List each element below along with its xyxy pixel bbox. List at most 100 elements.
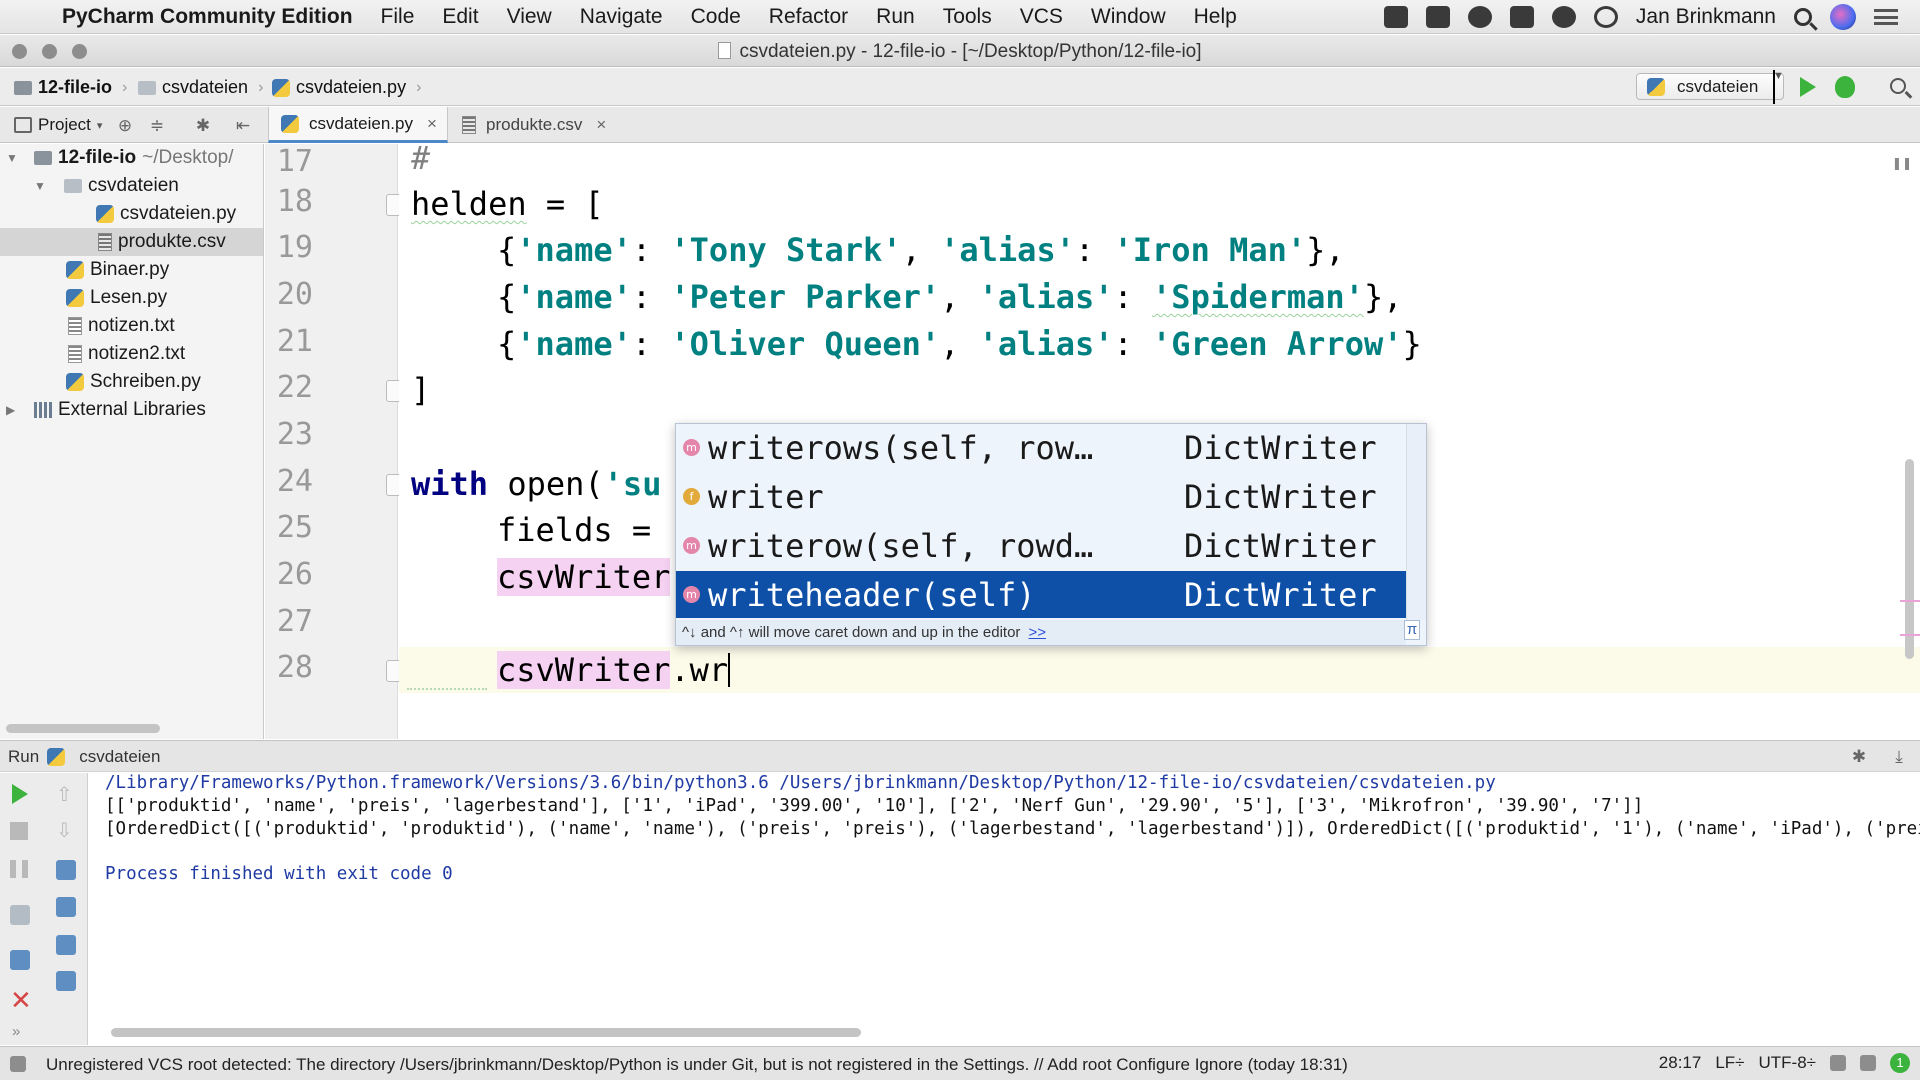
tree-item-schreiben-py[interactable]: Schreiben.py (0, 368, 263, 396)
camera-tray-icon[interactable] (1509, 6, 1534, 28)
folder-icon (138, 80, 156, 95)
menu-file[interactable]: File (367, 5, 429, 29)
file-icon (718, 42, 732, 59)
python-file-icon (66, 373, 84, 391)
stop-button[interactable] (10, 822, 28, 840)
text-file-icon (68, 317, 82, 335)
soft-wrap-icon[interactable] (56, 860, 76, 880)
search-everywhere-icon[interactable] (1890, 78, 1906, 94)
clapper-tray-icon[interactable] (1425, 6, 1450, 28)
gear-icon[interactable]: ✱ (194, 117, 212, 135)
collapse-all-icon[interactable]: ≑ (148, 117, 166, 135)
moon-tray-icon[interactable] (1467, 6, 1492, 28)
close-icon[interactable]: ✕ (10, 987, 32, 1013)
menu-run[interactable]: Run (862, 5, 929, 29)
completion-item-selected[interactable]: m writeheader(self) DictWriter (676, 571, 1406, 618)
project-view-button[interactable]: Project ▾ (14, 115, 102, 135)
code-line-21: {'name': 'Oliver Queen', 'alias': 'Green… (497, 324, 1422, 364)
error-stripe-mark[interactable] (1900, 634, 1920, 636)
chevron-down-icon[interactable]: ▼ (34, 179, 46, 193)
layout-icon[interactable] (10, 905, 30, 925)
tree-folder-csvdateien[interactable]: ▼ csvdateien (0, 172, 263, 200)
lock-icon[interactable] (1830, 1055, 1846, 1071)
completion-item[interactable]: m writerows(self, row… DictWriter (676, 424, 1406, 471)
gear-icon[interactable]: ✱ (1850, 748, 1868, 766)
scroll-to-end-icon[interactable] (56, 897, 76, 917)
menu-view[interactable]: View (493, 5, 566, 29)
file-encoding[interactable]: UTF-8÷ (1759, 1053, 1817, 1073)
project-horizontal-scrollbar[interactable] (6, 724, 160, 733)
run-button[interactable] (1800, 77, 1816, 97)
trash-icon[interactable] (56, 971, 76, 991)
tree-root[interactable]: ▼ 12-file-io ~/Desktop/ (0, 144, 263, 172)
close-tab-icon[interactable]: × (427, 114, 437, 134)
hide-panel-icon[interactable]: ⤓ (1890, 748, 1908, 766)
hide-panel-icon[interactable]: ⇤ (234, 117, 252, 135)
editor-vertical-scrollbar[interactable] (1905, 459, 1914, 659)
pin-icon[interactable] (10, 950, 30, 970)
tree-item-lesen-py[interactable]: Lesen.py (0, 284, 263, 312)
tree-item-notizen2-txt[interactable]: notizen2.txt (0, 340, 263, 368)
more-icon[interactable]: » (12, 1023, 32, 1043)
chevron-right-icon[interactable]: ▶ (6, 403, 15, 417)
menu-vcs[interactable]: VCS (1006, 5, 1077, 29)
app-name-menu[interactable]: PyCharm Community Edition (58, 5, 367, 29)
line-separator[interactable]: LF÷ (1715, 1053, 1744, 1073)
status-message[interactable]: Unregistered VCS root detected: The dire… (46, 1055, 1348, 1075)
menu-edit[interactable]: Edit (428, 5, 492, 29)
locate-file-icon[interactable]: ⊕ (116, 117, 134, 135)
tab-produkte-csv[interactable]: produkte.csv × (450, 107, 616, 143)
folder-icon (14, 80, 32, 95)
error-stripe-mark[interactable] (1900, 600, 1920, 602)
chat-bubble-tray-icon[interactable] (1551, 6, 1576, 28)
run-panel-config[interactable]: csvdateien (79, 747, 160, 767)
code-completion-popup[interactable]: m writerows(self, row… DictWriter f writ… (675, 423, 1427, 646)
code-line-19: {'name': 'Tony Stark', 'alias': 'Iron Ma… (497, 230, 1345, 270)
menu-refactor[interactable]: Refactor (755, 5, 862, 29)
menu-window[interactable]: Window (1077, 5, 1180, 29)
chevron-down-icon[interactable]: ▼ (6, 151, 18, 165)
tree-item-produkte-csv[interactable]: produkte.csv (0, 228, 263, 256)
tree-item-binaer-py[interactable]: Binaer.py (0, 256, 263, 284)
rerun-button[interactable] (12, 784, 28, 804)
breadcrumb-folder[interactable]: csvdateien › (138, 77, 263, 98)
code-text: { (497, 231, 517, 269)
tool-windows-icon[interactable] (10, 1056, 26, 1072)
menu-code[interactable]: Code (677, 5, 755, 29)
code-text: : (631, 231, 671, 269)
pi-icon[interactable]: π (1404, 620, 1420, 640)
notification-center-icon[interactable] (1874, 9, 1898, 25)
arrow-up-icon[interactable]: ⇧ (56, 785, 76, 805)
completion-item[interactable]: m writerow(self, rowd… DictWriter (676, 522, 1406, 569)
completion-item[interactable]: f writer DictWriter (676, 473, 1406, 520)
run-console[interactable]: /Library/Frameworks/Python.framework/Ver… (89, 773, 1920, 1045)
menu-help[interactable]: Help (1180, 5, 1251, 29)
tab-csvdateien-py[interactable]: csvdateien.py × (268, 107, 448, 143)
arrow-down-icon[interactable]: ⇩ (56, 821, 76, 841)
puzzle-tray-icon[interactable] (1383, 6, 1408, 28)
menu-navigate[interactable]: Navigate (566, 5, 677, 29)
siri-icon[interactable] (1830, 4, 1856, 30)
tree-item-csvdateien-py[interactable]: csvdateien.py (0, 200, 263, 228)
debug-button[interactable] (1835, 76, 1855, 98)
pause-button[interactable] (10, 860, 28, 878)
print-icon[interactable] (56, 935, 76, 955)
close-tab-icon[interactable]: × (596, 115, 606, 135)
text-file-icon (68, 345, 82, 363)
console-horizontal-scrollbar[interactable] (111, 1028, 861, 1037)
breadcrumb-file[interactable]: csvdateien.py › (272, 77, 421, 98)
menu-tools[interactable]: Tools (929, 5, 1006, 29)
completion-hint-link[interactable]: >> (1028, 624, 1046, 641)
tree-external-libraries[interactable]: ▶ External Libraries (0, 396, 263, 424)
inspector-icon[interactable] (1860, 1055, 1876, 1071)
event-log-badge[interactable]: 1 (1890, 1053, 1910, 1073)
clock-tray-icon[interactable] (1593, 6, 1618, 28)
username-menu[interactable]: Jan Brinkmann (1636, 5, 1776, 29)
caret-position[interactable]: 28:17 (1659, 1053, 1702, 1073)
completion-scrollbar[interactable] (1406, 424, 1426, 620)
spotlight-search-icon[interactable] (1794, 8, 1812, 26)
code-text: : (1074, 231, 1114, 269)
breadcrumb-project[interactable]: 12-file-io › (14, 77, 127, 98)
run-configuration-select[interactable]: csvdateien ▼ (1636, 69, 1784, 104)
tree-item-notizen-txt[interactable]: notizen.txt (0, 312, 263, 340)
